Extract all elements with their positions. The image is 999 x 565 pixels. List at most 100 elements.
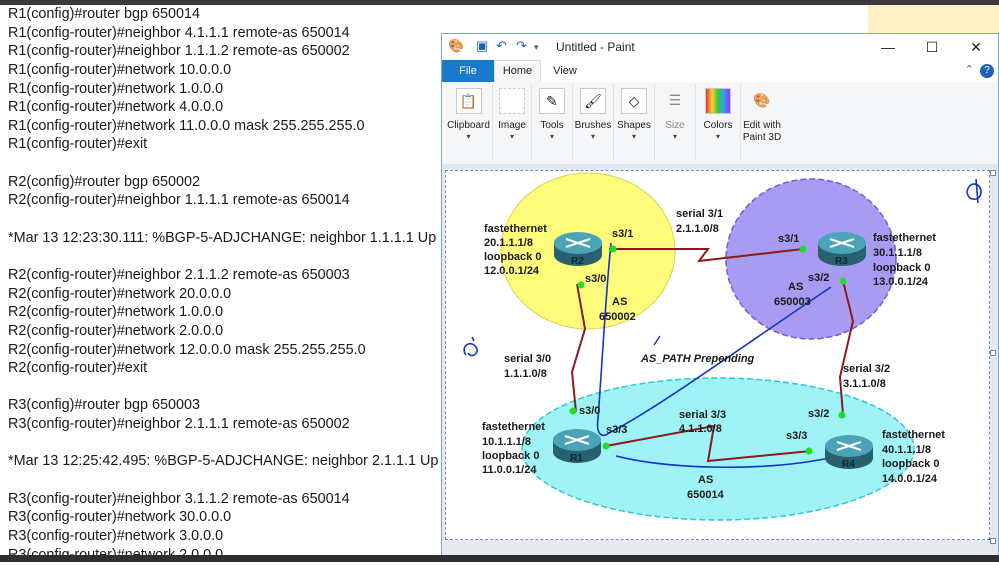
port-dot [839, 277, 847, 285]
undo-icon[interactable]: ↶ [496, 38, 507, 54]
maximize-button[interactable]: ☐ [910, 34, 954, 60]
image-select-icon [499, 88, 525, 114]
link-serial-label: serial 3/2 [843, 363, 890, 375]
port-dot [609, 245, 617, 253]
terminal-line: R2(config-router)#network 2.0.0.0 [8, 322, 224, 339]
router-label-r4: R4 [842, 459, 855, 470]
terminal-line: R1(config-router)#network 11.0.0.0 mask … [8, 117, 365, 134]
chevron-down-icon: ▾ [631, 132, 636, 141]
ribbon-label-size: Size [665, 120, 685, 131]
r3-info: loopback 0 [873, 262, 930, 274]
router-r4-icon[interactable]: R4 [825, 435, 873, 470]
network-diagram: R2 R3 R1 R4 fastethernet 20.1.1.1/8 loop… [463, 172, 982, 521]
ribbon-label-image: Image [498, 120, 526, 131]
r2-info: 20.1.1.1/8 [484, 237, 533, 249]
ribbon-label-shapes: Shapes [617, 120, 651, 131]
r1-info: fastethernet [482, 421, 545, 433]
tab-view[interactable]: View [541, 60, 589, 82]
terminal-line: R1(config)#router bgp 650014 [8, 6, 201, 22]
r3-info: 30.1.1.1/8 [873, 247, 922, 259]
collapse-ribbon-icon[interactable]: ⌃ [965, 63, 974, 76]
router-r1-icon[interactable]: R1 [553, 429, 601, 464]
shapes-icon: ◇ [621, 88, 647, 114]
terminal-line: R2(config)#router bgp 650002 [8, 173, 201, 190]
chevron-down-icon: ▾ [590, 132, 595, 141]
clipboard-icon: 📋 [455, 88, 482, 114]
ribbon-label-tools: Tools [540, 120, 564, 131]
chevron-down-icon: ▾ [672, 132, 677, 141]
terminal-line: R3(config-router)#network 3.0.0.0 [8, 527, 224, 544]
link-serial-label: serial 3/0 [504, 353, 551, 365]
link-serial-label: serial 3/3 [679, 409, 726, 421]
terminal-line: R1(config-router)#network 1.0.0.0 [8, 80, 224, 97]
terminal-line: R1(config-router)#network 4.0.0.0 [8, 99, 224, 116]
ribbon-group-colors[interactable]: Colors ▾ [696, 84, 741, 160]
terminal-line: R2(config-router)#exit [8, 360, 148, 377]
help-icon[interactable]: ? [980, 64, 994, 78]
paint-window: 🎨 ▣ ↶ ↷ ▾ Untitled - Paint — ☐ ✕ File Ho… [441, 33, 999, 559]
ink-scribble [653, 335, 661, 346]
ribbon: 📋 Clipboard ▾ Image ▾ ✎ Tools ▾ 🖌 Brushe… [442, 82, 998, 165]
terminal-line: R2(config-router)#network 12.0.0.0 mask … [8, 341, 366, 358]
canvas-resize-handle[interactable] [990, 170, 996, 176]
ribbon-label-clipboard: Clipboard [447, 120, 490, 131]
taskbar-edge [0, 555, 999, 562]
as-label: AS [788, 281, 803, 293]
customize-quick-access-icon[interactable]: ▾ [534, 42, 539, 53]
tab-home[interactable]: Home [494, 60, 541, 82]
port-dot [838, 411, 846, 419]
as-label: AS [612, 296, 627, 308]
ink-scribble [463, 336, 478, 357]
link-network-label: 3.1.1.0/8 [843, 378, 886, 390]
chevron-down-icon: ▾ [549, 132, 554, 141]
ribbon-group-tools[interactable]: ✎ Tools ▾ [532, 84, 573, 160]
ribbon-label-edit-with: Edit with [743, 120, 781, 131]
redo-icon[interactable]: ↷ [516, 38, 527, 54]
port-label: s3/2 [808, 408, 829, 420]
link-network-label: 2.1.1.0/8 [676, 223, 719, 235]
terminal-line: R3(config-router)#neighbor 3.1.1.2 remot… [8, 490, 350, 507]
port-dot [602, 442, 610, 450]
as-label: 650003 [774, 296, 811, 308]
ribbon-group-size[interactable]: ☰ Size ▾ [655, 84, 696, 160]
router-r3-icon[interactable]: R3 [818, 232, 866, 267]
canvas-resize-handle[interactable] [990, 350, 996, 356]
chevron-down-icon: ▾ [466, 132, 471, 141]
window-title: Untitled - Paint [556, 40, 635, 54]
r2-info: fastethernet [484, 223, 547, 235]
router-r2-icon[interactable]: R2 [554, 232, 602, 267]
paint3d-icon: 🎨 [753, 92, 771, 108]
as-label: AS [698, 474, 713, 486]
port-dot [805, 447, 813, 455]
port-label: s3/0 [585, 273, 606, 285]
r4-info: 40.1.1.1/8 [882, 444, 931, 456]
ribbon-group-brushes[interactable]: 🖌 Brushes ▾ [573, 84, 614, 160]
save-icon[interactable]: ▣ [476, 38, 488, 54]
ribbon-group-clipboard[interactable]: 📋 Clipboard ▾ [445, 84, 493, 160]
canvas-resize-handle[interactable] [990, 538, 996, 544]
terminal-line: R2(config-router)#neighbor 1.1.1.1 remot… [8, 192, 350, 209]
close-button[interactable]: ✕ [954, 34, 998, 60]
background-window-strip [868, 5, 999, 33]
terminal-line: *Mar 13 12:23:30.111: %BGP-5-ADJCHANGE: … [8, 229, 437, 246]
ribbon-tabs: File Home View ⌃ ? [442, 60, 998, 83]
port-label: s3/2 [808, 272, 829, 284]
port-dot [577, 281, 585, 289]
r2-info: 12.0.0.1/24 [484, 265, 540, 277]
terminal-output: R1(config)#router bgp 650014 R1(config-ro… [8, 5, 448, 565]
colors-icon [705, 88, 731, 114]
ribbon-group-image[interactable]: Image ▾ [493, 84, 532, 160]
port-label: s3/3 [606, 424, 627, 436]
tab-file[interactable]: File [442, 60, 494, 82]
brush-icon: 🖌 [580, 88, 606, 114]
drawing-canvas[interactable]: R2 R3 R1 R4 fastethernet 20.1.1.1/8 loop… [445, 170, 990, 540]
ribbon-group-paint3d[interactable]: 🎨 Edit with Paint 3D [741, 84, 783, 160]
ribbon-label-colors: Colors [703, 120, 733, 131]
ribbon-group-shapes[interactable]: ◇ Shapes ▾ [614, 84, 655, 160]
minimize-button[interactable]: — [866, 34, 910, 60]
port-dot [799, 245, 807, 253]
size-icon: ☰ [668, 92, 682, 108]
